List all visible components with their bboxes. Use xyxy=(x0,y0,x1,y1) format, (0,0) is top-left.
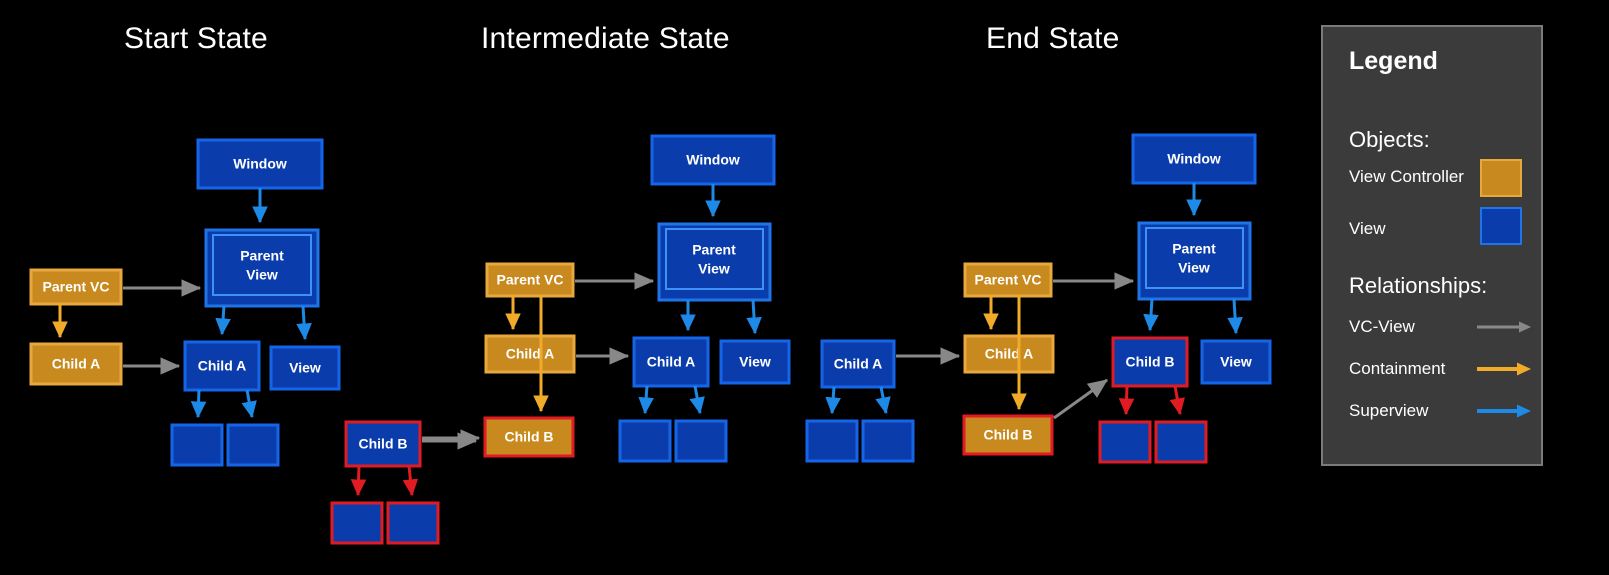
intermediate-child-a-sub-2[interactable] xyxy=(674,419,728,463)
intermediate-arrow-childa-to-sub1 xyxy=(638,385,654,415)
end-arrow-parentview-to-childb xyxy=(1143,298,1159,332)
end-child-b-sub-2[interactable] xyxy=(1154,420,1208,464)
legend-title: Legend xyxy=(1349,47,1438,75)
legend-objects-heading: Objects: xyxy=(1349,127,1430,152)
start-parent-view-inner xyxy=(212,234,312,296)
legend-panel: Legend Objects: View Controller View Rel… xyxy=(1321,25,1543,466)
superview-arrow-icon xyxy=(1477,404,1531,418)
intermediate-window-box[interactable] xyxy=(650,134,776,186)
intermediate-child-a-vc-box[interactable] xyxy=(484,334,576,374)
containment-arrow-icon xyxy=(1477,362,1531,376)
start-child-a-sub-1[interactable] xyxy=(170,423,224,467)
start-parent-vc-box[interactable] xyxy=(29,268,123,306)
intermediate-arrow-childa-to-sub2 xyxy=(689,385,705,415)
start-state-group: Window Parent View Parent VC Child A Chi… xyxy=(29,138,478,545)
end-child-b-vc-box[interactable] xyxy=(962,414,1054,456)
start-child-b-sub-2[interactable] xyxy=(386,501,440,545)
end-child-b-sub-1[interactable] xyxy=(1098,420,1152,464)
start-child-a-vc-box[interactable] xyxy=(29,342,123,386)
end-child-a-sub-2[interactable] xyxy=(861,419,915,463)
diagram-canvas: Start State Intermediate State End State… xyxy=(0,0,1609,575)
intermediate-child-b-vc-box[interactable] xyxy=(483,416,575,458)
end-window-box[interactable] xyxy=(1131,133,1257,185)
end-state-group: Window Parent View Parent VC Child A Chi… xyxy=(805,133,1272,464)
end-parent-vc-box[interactable] xyxy=(963,262,1053,298)
end-parent-view-inner xyxy=(1145,227,1244,289)
view-swatch xyxy=(1480,207,1522,245)
end-arrow-parentview-to-view xyxy=(1227,298,1243,335)
legend-item-superview-label: Superview xyxy=(1349,401,1429,420)
end-arrow-childb-to-sub2 xyxy=(1169,385,1185,416)
vc-view-arrow-icon xyxy=(1477,321,1531,333)
start-child-a-sub-2[interactable] xyxy=(226,423,280,467)
end-arrow-childb-to-sub1 xyxy=(1118,385,1135,416)
start-arrow-childa-to-sub2 xyxy=(241,389,257,419)
legend-item-vc-view-label: VC-View xyxy=(1349,317,1415,336)
intermediate-parent-vc-box[interactable] xyxy=(485,262,575,298)
legend-item-containment-label: Containment xyxy=(1349,359,1446,378)
start-arrow-childa-to-sub1 xyxy=(190,389,207,419)
end-child-a-vc-box[interactable] xyxy=(963,334,1055,374)
legend-item-view-controller-label: View Controller xyxy=(1349,167,1464,186)
start-child-a-view-box[interactable] xyxy=(183,340,261,392)
intermediate-view-box[interactable] xyxy=(719,339,791,385)
start-child-b-sub-1[interactable] xyxy=(330,501,384,545)
start-view-box[interactable] xyxy=(269,345,341,391)
intermediate-arrow-parentview-to-view xyxy=(746,299,762,335)
start-arrow-childb-to-sub2 xyxy=(402,465,419,497)
start-arrow-childb-to-sub1 xyxy=(350,465,367,497)
end-child-a-view-box[interactable] xyxy=(820,339,896,389)
intermediate-state-group: Window Parent View Parent VC Child A Chi… xyxy=(422,134,791,463)
end-view-box[interactable] xyxy=(1200,339,1272,385)
view-controller-swatch xyxy=(1480,159,1522,197)
start-window-box[interactable] xyxy=(196,138,324,190)
end-child-a-sub-1[interactable] xyxy=(805,419,859,463)
intermediate-child-a-view-box[interactable] xyxy=(632,336,710,388)
end-arrow-childbvc-to-childbview xyxy=(1053,378,1108,420)
intermediate-child-a-sub-1[interactable] xyxy=(618,419,672,463)
start-arrow-parentview-to-childa xyxy=(215,305,231,336)
intermediate-parent-view-inner xyxy=(665,228,764,290)
end-arrow-childa-to-sub1 xyxy=(825,386,841,415)
end-child-b-view-box[interactable] xyxy=(1111,336,1189,388)
end-arrow-childa-to-sub2 xyxy=(875,386,891,415)
start-arrow-parentview-to-view xyxy=(296,305,312,341)
legend-relationships-heading: Relationships: xyxy=(1349,273,1488,298)
start-child-b-view-box[interactable] xyxy=(344,420,422,468)
legend-item-view-label: View xyxy=(1349,219,1386,238)
